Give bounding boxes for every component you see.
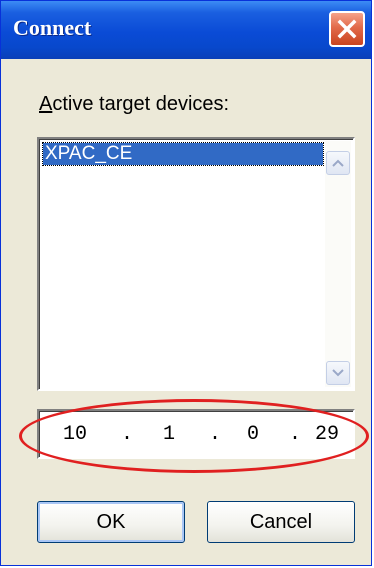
close-icon: [337, 19, 357, 39]
ip-octet-4[interactable]: 29: [315, 425, 339, 445]
cancel-button[interactable]: Cancel: [207, 501, 355, 543]
label-text: ctive target devices:: [52, 93, 230, 115]
ip-octet-1[interactable]: 10: [63, 425, 87, 445]
ip-separator: .: [121, 423, 134, 446]
target-devices-list[interactable]: XPAC_CE: [37, 137, 355, 391]
vertical-scrollbar[interactable]: [325, 141, 351, 387]
close-button[interactable]: [329, 11, 365, 47]
label-access-key: A: [39, 93, 53, 115]
chevron-up-icon: [332, 159, 344, 167]
title-bar[interactable]: Connect: [1, 1, 371, 59]
ip-octet-3[interactable]: 0: [247, 425, 259, 445]
chevron-down-icon: [332, 369, 344, 377]
active-target-devices-label: Active target devices:: [39, 93, 229, 116]
ip-separator: .: [209, 423, 222, 446]
scroll-up-button[interactable]: [326, 151, 350, 175]
list-item-xpac-ce[interactable]: XPAC_CE: [42, 142, 324, 166]
ok-button[interactable]: OK: [37, 501, 185, 543]
connect-dialog: Connect Active target devices: XPAC_CE 1…: [0, 0, 372, 566]
scroll-down-button[interactable]: [326, 361, 350, 385]
window-title: Connect: [13, 15, 92, 40]
ip-octet-2[interactable]: 1: [163, 425, 175, 445]
ip-separator: .: [289, 423, 302, 446]
ip-address-field[interactable]: 10 . 1 . 0 . 29: [37, 409, 355, 459]
